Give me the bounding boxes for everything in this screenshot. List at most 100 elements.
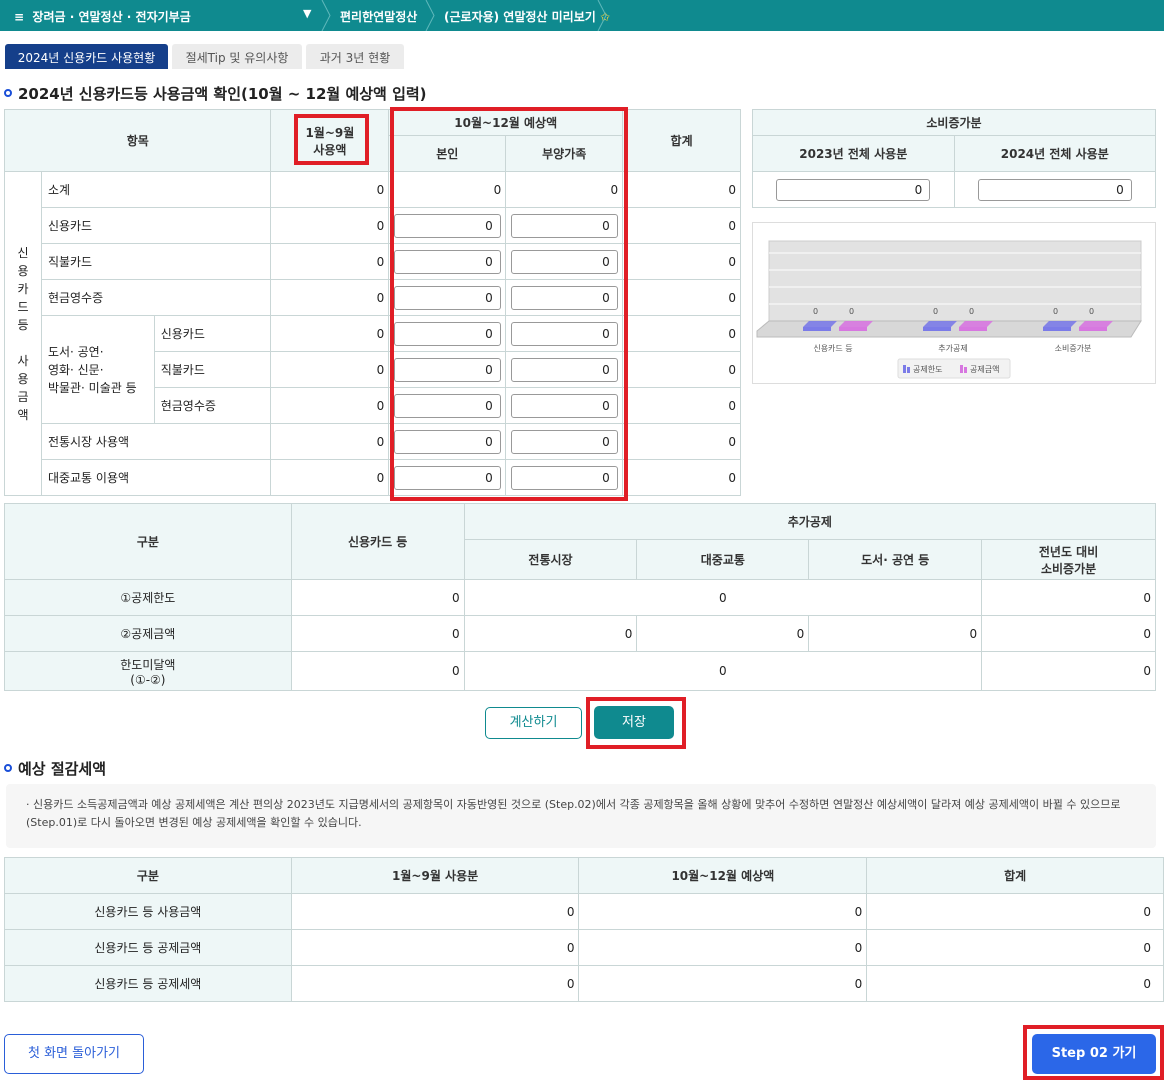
cell-jan-sep: 0 bbox=[270, 243, 390, 280]
cell-total: 0 bbox=[622, 423, 741, 460]
bullet-circle-icon bbox=[4, 763, 12, 772]
chart-bar-front bbox=[803, 327, 831, 331]
table-row: 직불카드 0 0 0 0 bbox=[5, 243, 741, 280]
menu-button[interactable]: ≡ 장려금 · 연말정산 · 전자기부금 bbox=[14, 8, 191, 25]
section-title-usage: 2024년 신용카드등 사용금액 확인(10월 ~ 12월 예상액 입력) bbox=[4, 83, 427, 104]
header-consumption-increase: 전년도 대비 소비증가분 bbox=[981, 539, 1156, 580]
legend-swatch-icon bbox=[964, 367, 967, 373]
header-increase-line1: 전년도 대비 bbox=[1038, 544, 1099, 559]
menu-label: 장려금 · 연말정산 · 전자기부금 bbox=[32, 10, 191, 24]
tab-tax-saving-tips[interactable]: 절세Tip 및 유의사항 bbox=[172, 44, 302, 69]
next-step-button[interactable]: Step 02 가기 bbox=[1032, 1034, 1156, 1074]
header-total: 합계 bbox=[622, 109, 741, 172]
table-row: ①공제한도 0 0 0 bbox=[4, 579, 1156, 616]
cell-jan-sep: 0 bbox=[270, 279, 390, 316]
cell-market: 0 bbox=[463, 615, 638, 652]
group-label-line: 도서· 공연· bbox=[47, 344, 104, 359]
side-label-credit-usage: 신 용 카 드 등 사 용 금 액 bbox=[4, 171, 42, 496]
header-category: 구분 bbox=[4, 503, 292, 580]
breadcrumb-separator-icon bbox=[597, 0, 607, 31]
cell-additional: 0 bbox=[463, 579, 983, 616]
cell-jan-sep: 0 bbox=[270, 387, 390, 424]
cell-oct-dec: 0 bbox=[578, 929, 868, 966]
chart-data-label: 0 bbox=[969, 307, 974, 316]
deduction-chart-svg: 0 0 신용카드 등 0 0 추가공제 0 0 소비증가분공제한도 공제금액 bbox=[756, 240, 1142, 379]
side-label-char: 카 bbox=[17, 281, 29, 296]
breadcrumb-item-easy-settlement[interactable]: 편리한연말정산 bbox=[340, 8, 417, 25]
calculate-button[interactable]: 계산하기 bbox=[485, 707, 582, 739]
group-label-culture: 도서· 공연· 영화· 신문· 박물관· 미술관 등 bbox=[40, 315, 155, 424]
chart-x-tick-label: 추가공제 bbox=[938, 344, 967, 353]
cell-credit: 0 bbox=[290, 615, 465, 652]
cell-increase: 0 bbox=[981, 579, 1156, 616]
cell-transit: 0 bbox=[636, 615, 810, 652]
home-button[interactable]: 첫 화면 돌아가기 bbox=[4, 1034, 144, 1074]
cell-total: 0 bbox=[622, 387, 741, 424]
legend-swatch-icon bbox=[960, 365, 963, 373]
group-label-line: 박물관· 미술관 등 bbox=[47, 380, 137, 395]
cell-total: 0 bbox=[622, 279, 741, 316]
row-label-limit: ①공제한도 bbox=[4, 579, 292, 616]
breadcrumb-item-preview[interactable]: (근로자용) 연말정산 미리보기 ✩ bbox=[444, 8, 610, 25]
cell-credit: 0 bbox=[290, 579, 465, 616]
cell-jan-sep: 0 bbox=[290, 929, 580, 966]
table-row: 도서· 공연· 영화· 신문· 박물관· 미술관 등 신용카드 0 0 0 0 bbox=[5, 315, 741, 424]
row-label-shortfall-line1: 한도미달액 bbox=[120, 657, 176, 672]
tab-credit-card-usage[interactable]: 2024년 신용카드 사용현황 bbox=[5, 44, 168, 69]
header-total: 합계 bbox=[866, 857, 1164, 894]
chart-legend-label: 공제한도 bbox=[913, 365, 942, 374]
legend-swatch-icon bbox=[907, 367, 910, 373]
cell-jan-sep: 0 bbox=[270, 459, 390, 496]
chart-legend-label: 공제금액 bbox=[970, 364, 999, 374]
chart-x-tick-label: 신용카드 등 bbox=[813, 344, 852, 353]
table-row: 신용카드 등 사용금액 0 0 0 bbox=[4, 893, 1164, 930]
usage-2024-input[interactable]: 0 bbox=[977, 178, 1132, 201]
chart-bar-front bbox=[923, 327, 951, 331]
cell-jan-sep: 0 bbox=[270, 423, 390, 460]
row-label-culture-credit: 신용카드 bbox=[153, 315, 272, 352]
highlight-oct-dec-inputs bbox=[390, 107, 628, 501]
cell-books: 0 bbox=[808, 615, 983, 652]
usage-2023-input[interactable]: 0 bbox=[776, 178, 931, 201]
cell-total: 0 bbox=[866, 965, 1164, 1002]
row-label-credit-card: 신용카드 bbox=[40, 207, 272, 244]
table-row: 신 용 카 드 등 사 용 금 액 소계 0 0 0 0 bbox=[4, 171, 741, 496]
header-category: 구분 bbox=[4, 857, 292, 894]
section-title-usage-text: 2024년 신용카드등 사용금액 확인(10월 ~ 12월 예상액 입력) bbox=[18, 85, 427, 103]
hamburger-icon: ≡ bbox=[14, 10, 25, 24]
bullet-circle-icon bbox=[4, 88, 12, 97]
deduction-table: 구분 신용카드 등 추가공제 전통시장 대중교통 도서· 공연 등 전년도 대비… bbox=[4, 503, 1157, 691]
cell-jan-sep: 0 bbox=[270, 351, 390, 388]
header-traditional-market: 전통시장 bbox=[463, 539, 638, 580]
side-label-char: 용 bbox=[17, 263, 29, 278]
save-button[interactable]: 저장 bbox=[594, 706, 674, 739]
chart-data-label: 0 bbox=[1053, 307, 1058, 316]
cell-jan-sep: 0 bbox=[290, 965, 580, 1002]
chart-bar-front bbox=[839, 327, 867, 331]
row-label-market: 전통시장 사용액 bbox=[40, 423, 272, 460]
chevron-down-icon[interactable]: ▼ bbox=[303, 7, 311, 20]
table-row: 전통시장 사용액 0 0 0 0 bbox=[5, 423, 741, 460]
cell-jan-sep: 0 bbox=[270, 207, 390, 244]
side-label-char: 사 bbox=[17, 353, 29, 368]
cell-total: 0 bbox=[622, 459, 741, 496]
header-item: 항목 bbox=[3, 109, 272, 172]
table-row: 한도미달액 (①-②) 0 0 0 bbox=[4, 651, 1156, 691]
chart-x-tick-label: 소비증가분 bbox=[1055, 344, 1092, 353]
consumption-increase-table: 소비증가분 2023년 전체 사용분 2024년 전체 사용분 0 0 bbox=[752, 109, 1156, 208]
chart-data-label: 0 bbox=[813, 307, 818, 316]
table-row: 신용카드 등 공제세액 0 0 0 bbox=[4, 965, 1164, 1002]
row-label-cash-receipt: 현금영수증 bbox=[40, 279, 272, 316]
row-label-debit-card: 직불카드 bbox=[40, 243, 272, 280]
header-credit-card: 신용카드 등 bbox=[290, 503, 465, 580]
row-label-usage: 신용카드 등 사용금액 bbox=[4, 893, 292, 930]
cell-oct-dec: 0 bbox=[578, 893, 868, 930]
cell-total: 0 bbox=[622, 207, 741, 244]
header-books-performances: 도서· 공연 등 bbox=[808, 539, 983, 580]
header-consumption-increase: 소비증가분 bbox=[752, 109, 1156, 136]
tab-past-3-years[interactable]: 과거 3년 현황 bbox=[306, 44, 404, 69]
row-label-deduction-tax: 신용카드 등 공제세액 bbox=[4, 965, 292, 1002]
header-jan-sep: 1월~9월 사용분 bbox=[290, 857, 580, 894]
chart-bar-front bbox=[1043, 327, 1071, 331]
row-label-amount: ②공제금액 bbox=[4, 615, 292, 652]
